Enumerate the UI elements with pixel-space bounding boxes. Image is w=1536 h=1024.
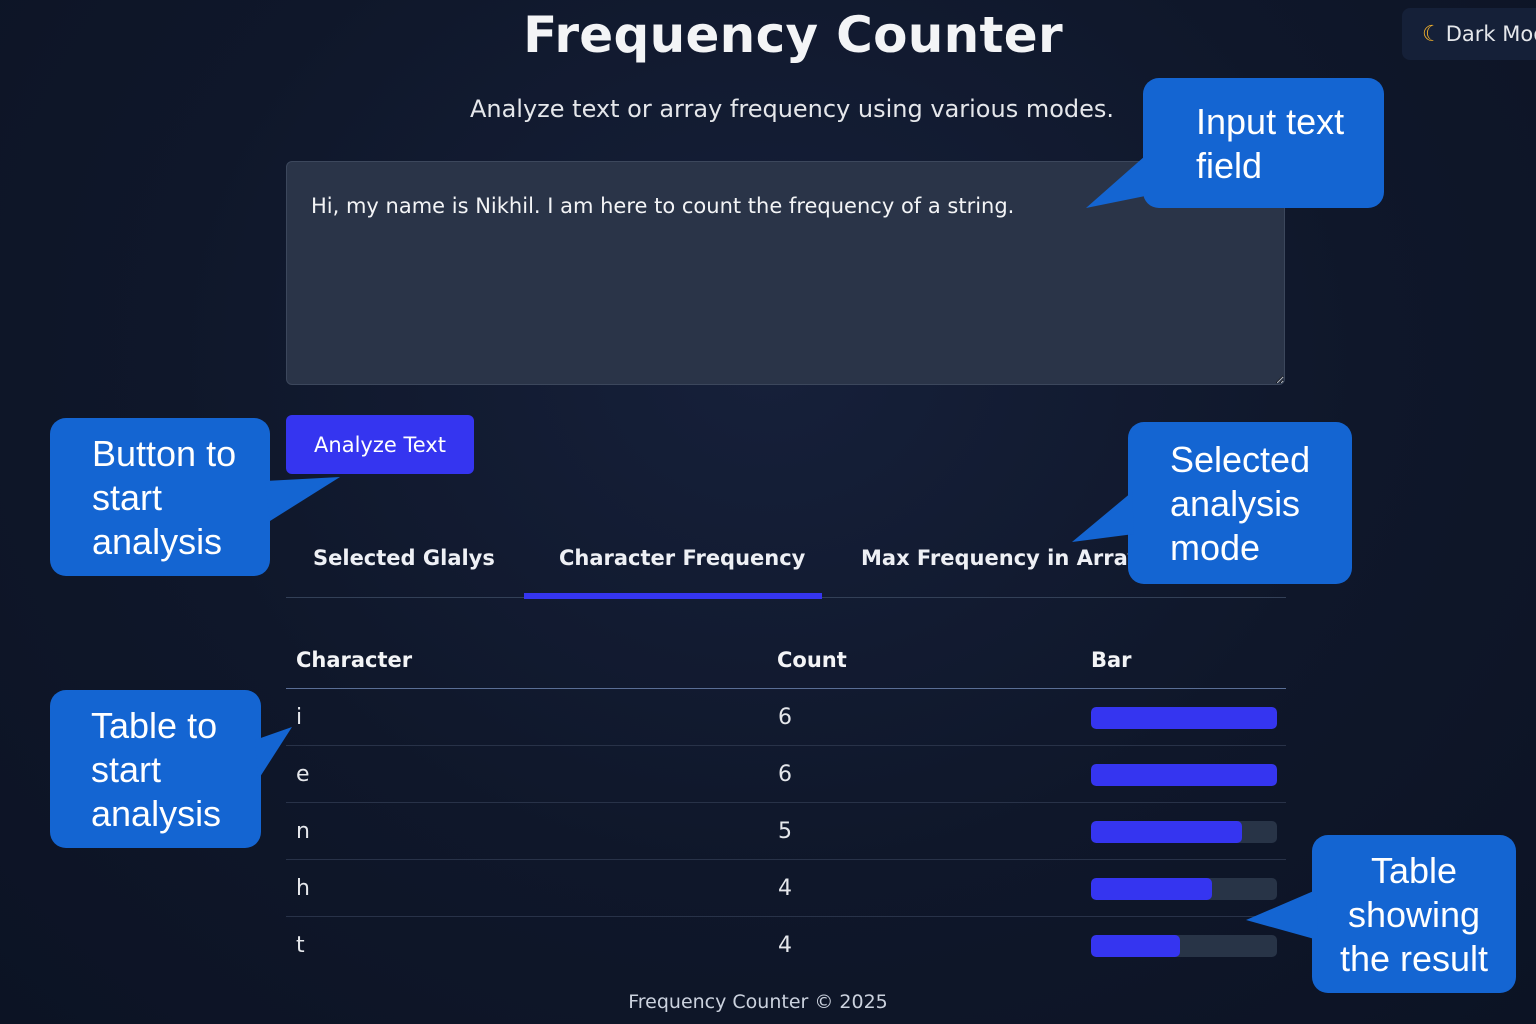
callout-line: mode — [1170, 527, 1261, 568]
moon-icon: ☾ — [1422, 21, 1442, 47]
row-count: 4 — [778, 933, 792, 958]
row-character: h — [296, 876, 310, 901]
callout-table: Table to start analysis — [50, 690, 292, 848]
tab-selected-glalys[interactable]: Selected Glalys — [313, 520, 495, 598]
callout-input-field: Input text field — [1086, 78, 1384, 208]
row-count: 6 — [778, 705, 792, 730]
callout-line: Table — [1370, 850, 1458, 891]
frequency-bar-fill — [1091, 821, 1242, 843]
row-count: 5 — [778, 819, 792, 844]
table-row: e 6 — [286, 746, 1286, 803]
row-count: 6 — [778, 762, 792, 787]
analyze-button[interactable]: Analyze Text — [286, 415, 474, 474]
row-character: n — [296, 819, 310, 844]
callout-result: Table showing the result — [1246, 835, 1516, 993]
dark-mode-toggle[interactable]: ☾ Dark Mode — [1402, 8, 1536, 60]
frequency-bar — [1091, 764, 1277, 786]
tab-character-frequency[interactable]: Character Frequency — [524, 520, 822, 599]
callout-line: Selected — [1170, 439, 1311, 480]
frequency-table: Character Count Bar i 6 e 6 n 5 h 4 t 4 — [286, 634, 1286, 974]
frequency-bar-fill — [1091, 707, 1277, 729]
table-row: i 6 — [286, 689, 1286, 746]
callout-line: analysis — [1170, 483, 1301, 524]
table-row: h 4 — [286, 860, 1286, 917]
callout-analysis-mode: Selected analysis mode — [1072, 422, 1352, 584]
callout-analyze-button: Button to start analysis — [50, 418, 340, 576]
header-character: Character — [296, 648, 413, 672]
frequency-bar — [1091, 821, 1277, 843]
frequency-bar-fill — [1091, 935, 1181, 957]
frequency-bar-fill — [1091, 764, 1277, 786]
footer-copyright: Frequency Counter © 2025 — [628, 991, 888, 1013]
callout-line: showing — [1347, 894, 1481, 935]
callout-pointer — [1072, 492, 1134, 542]
frequency-bar-fill — [1091, 878, 1212, 900]
table-header: Character Count Bar — [286, 634, 1286, 689]
callout-line: analysis — [91, 793, 222, 834]
callout-line: Table to — [91, 705, 218, 746]
callout-line: start — [92, 477, 163, 518]
callout-line: Button to — [92, 433, 237, 474]
callout-line: the result — [1339, 938, 1489, 979]
table-row: n 5 — [286, 803, 1286, 860]
header-count: Count — [777, 648, 847, 672]
dark-mode-label: Dark Mode — [1445, 22, 1536, 46]
table-row: t 4 — [286, 917, 1286, 974]
callout-line: Input text — [1196, 101, 1345, 142]
callout-line: field — [1196, 145, 1263, 186]
callout-line: analysis — [92, 521, 223, 562]
row-character: t — [296, 933, 305, 958]
callout-pointer — [1246, 890, 1318, 940]
row-count: 4 — [778, 876, 792, 901]
header-bar: Bar — [1091, 648, 1132, 672]
callout-pointer — [1086, 156, 1145, 208]
callout-pointer — [265, 477, 340, 521]
app-page: Frequency Counter Analyze text or array … — [0, 0, 1536, 1024]
page-title: Frequency Counter — [523, 6, 1063, 64]
frequency-bar — [1091, 707, 1277, 729]
callout-line: start — [91, 749, 162, 790]
